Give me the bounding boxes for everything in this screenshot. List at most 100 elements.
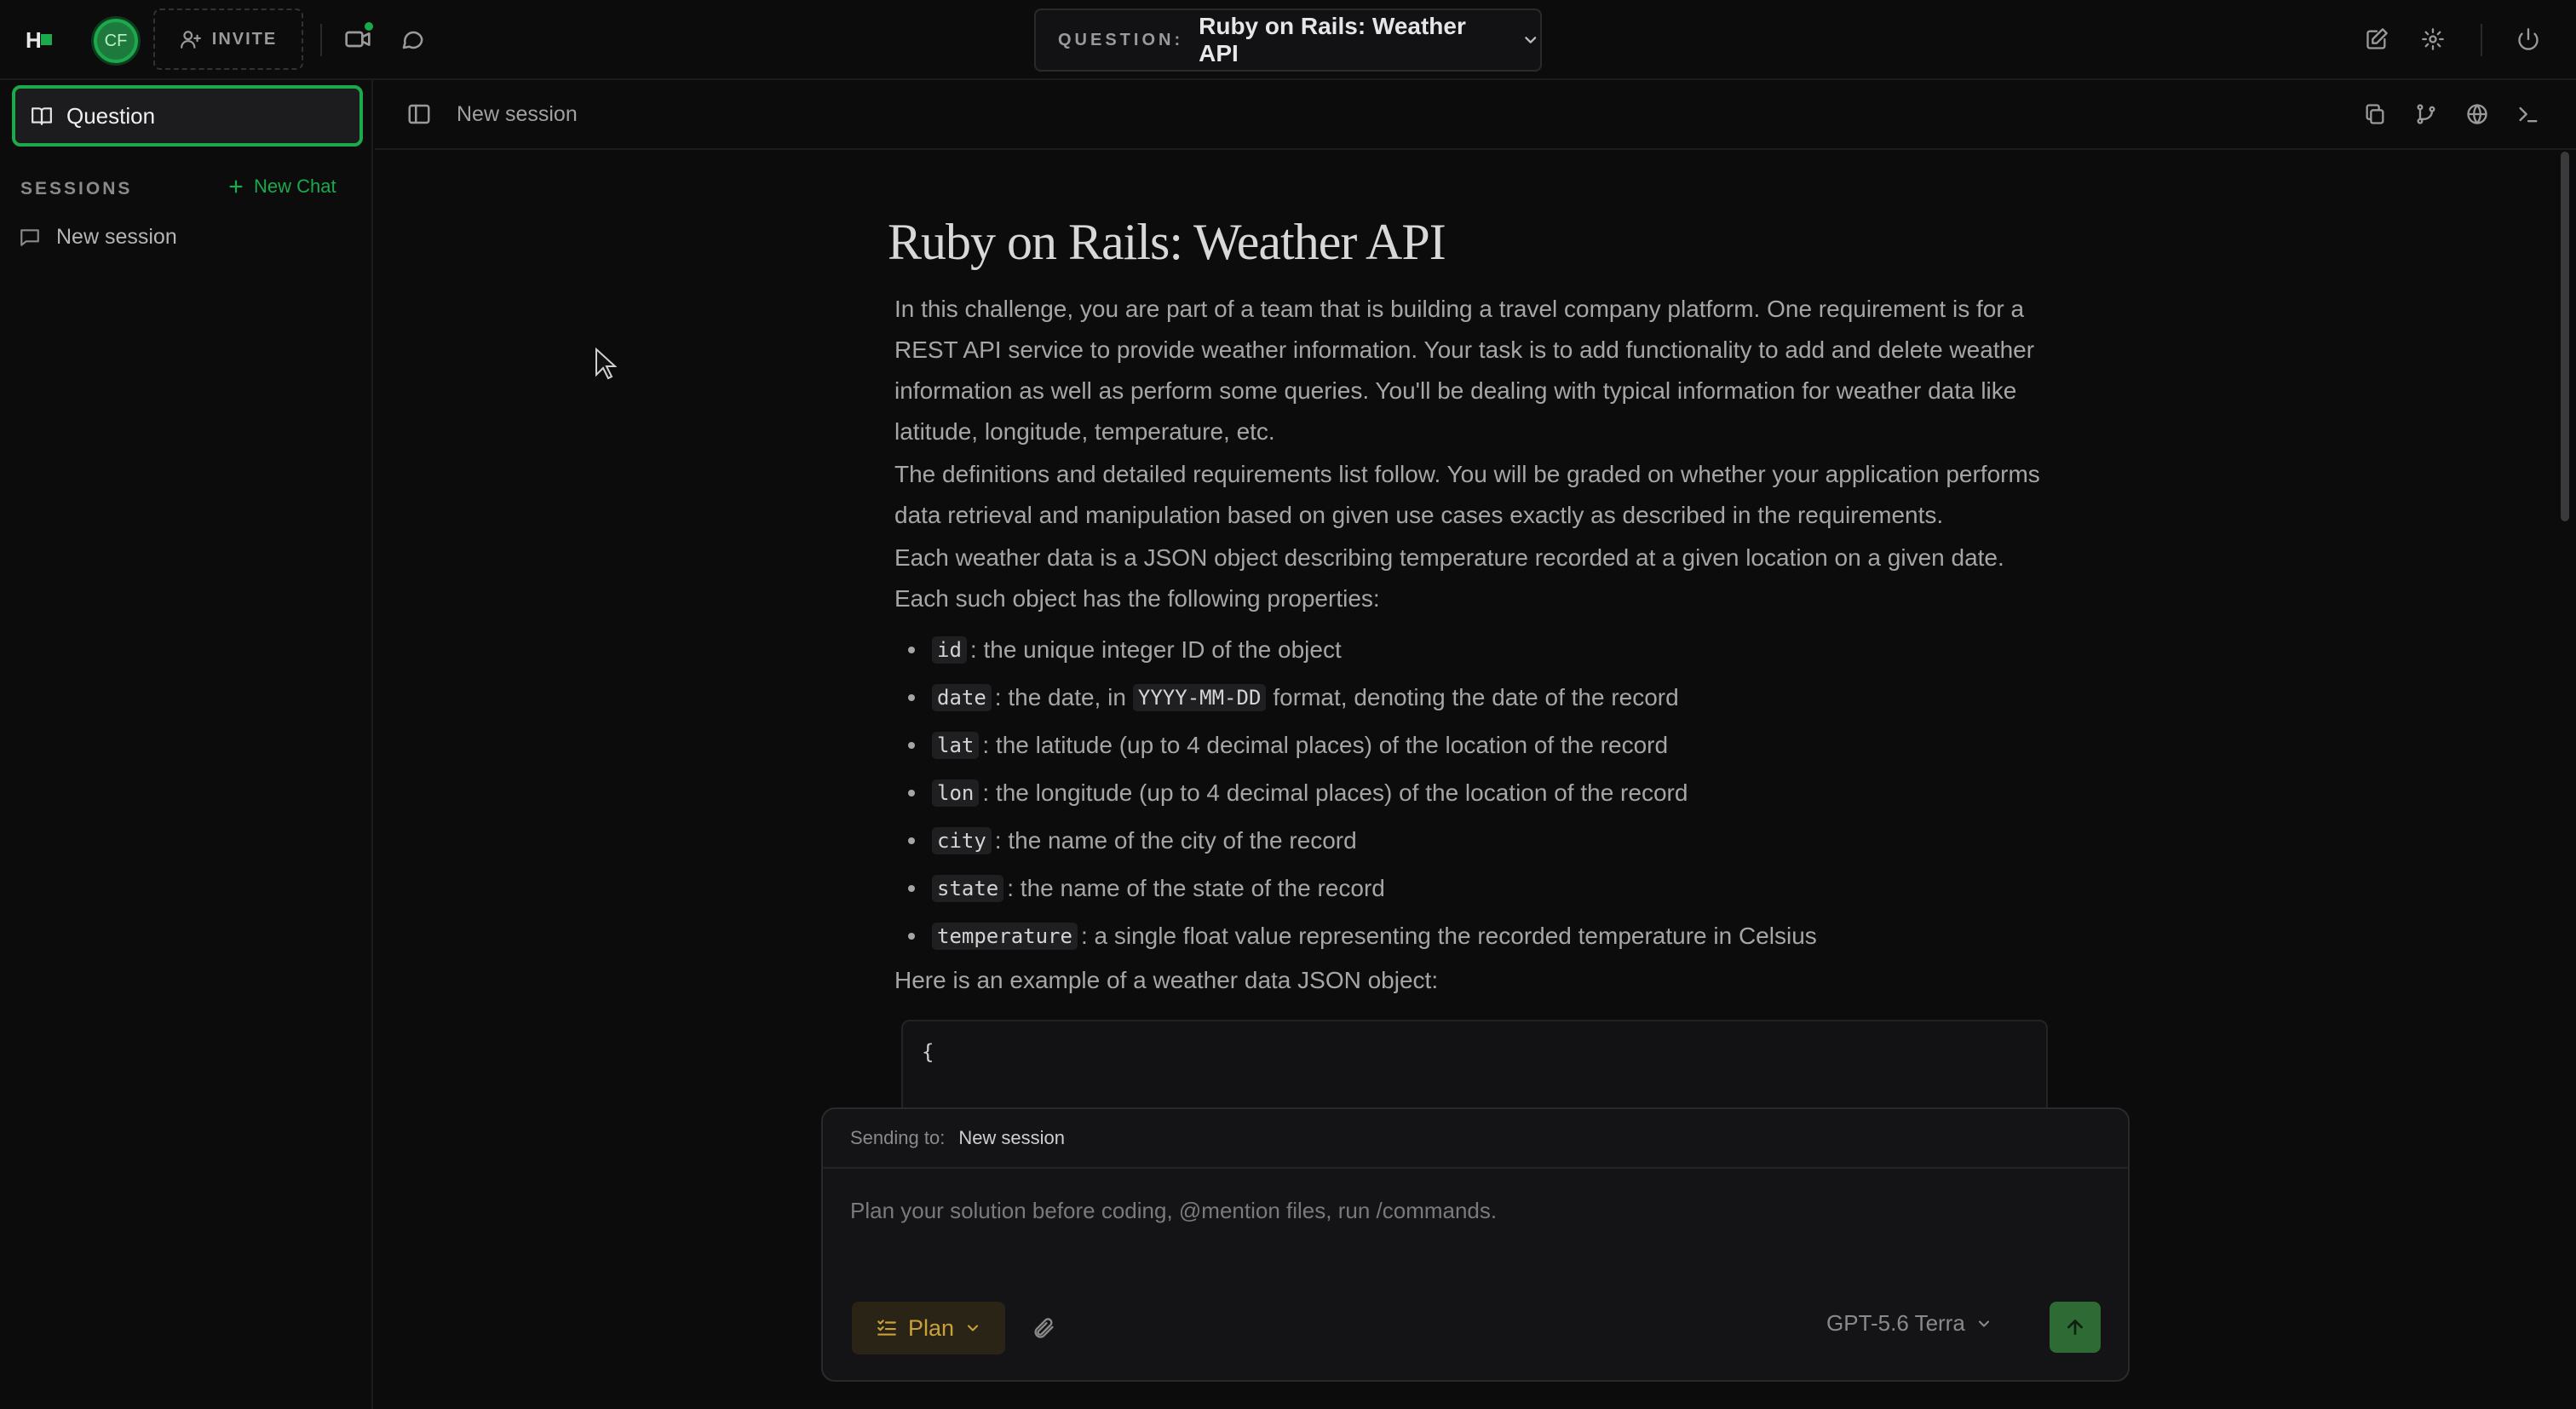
scrollbar-thumb[interactable] (2561, 152, 2569, 521)
mode-label: Plan (907, 1314, 955, 1341)
list-check-icon (877, 1320, 896, 1336)
property-desc: : the latitude (up to 4 decimal places) … (982, 732, 1669, 758)
model-label: GPT-5.6 Terra (1826, 1310, 1965, 1336)
question-title: Ruby on Rails: Weather API (1199, 13, 1466, 66)
list-item: state: the name of the state of the reco… (908, 865, 2053, 912)
arrow-up-icon (2067, 1320, 2083, 1335)
property-desc: : a single float value representing the … (1080, 923, 1817, 949)
browser-button[interactable] (2458, 95, 2496, 133)
property-name: lat (932, 732, 980, 759)
top-bar: H CF INVITE QUESTION: Ruby on Rails: Wea… (0, 0, 2576, 80)
logo-letter: H (26, 27, 42, 53)
settings-button[interactable] (2414, 20, 2452, 58)
plus-icon (229, 180, 243, 193)
attach-button[interactable] (1024, 1308, 1063, 1348)
code-line: { (922, 1040, 934, 1064)
power-icon (2518, 28, 2539, 50)
property-desc-after: format, denoting the date of the record (1273, 684, 1679, 710)
chat-composer: Sending to: New session Plan GPT-5.6 Ter… (821, 1107, 2130, 1382)
git-branch-icon (2417, 104, 2435, 124)
sessions-header: SESSIONS (20, 179, 133, 198)
property-name: city (932, 827, 992, 854)
invite-label: INVITE (211, 29, 278, 49)
session-title: New session (457, 102, 578, 126)
bullet (908, 790, 915, 797)
property-name: date (932, 684, 992, 711)
property-name: temperature (932, 923, 1078, 950)
property-name: lon (932, 779, 980, 807)
property-name: id (932, 636, 967, 664)
add-user-icon (180, 31, 201, 49)
invite-button[interactable]: INVITE (153, 9, 303, 70)
question-prefix: QUESTION: (1058, 30, 1184, 49)
property-list: id: the unique integer ID of the object … (908, 626, 2053, 960)
model-selector[interactable]: GPT-5.6 Terra (1826, 1310, 1992, 1337)
terminal-icon (2519, 106, 2538, 123)
chevron-down-icon (1525, 37, 1537, 43)
list-item: lon: the longitude (up to 4 decimal plac… (908, 769, 2053, 817)
terminal-button[interactable] (2510, 95, 2547, 133)
logo-square (41, 34, 52, 45)
edit-note-icon (2366, 28, 2388, 49)
toggle-sidebar-button[interactable] (400, 95, 438, 133)
send-button[interactable] (2050, 1302, 2101, 1353)
divider (320, 24, 322, 56)
app-logo[interactable]: H (26, 27, 55, 53)
mode-select-button[interactable]: Plan (852, 1302, 1005, 1354)
bullet (908, 742, 915, 749)
new-chat-label: New Chat (254, 175, 336, 197)
list-item: id: the unique integer ID of the object (908, 626, 2053, 674)
branch-button[interactable] (2407, 95, 2445, 133)
sending-to-target: New session (958, 1127, 1066, 1148)
chevron-down-icon (967, 1325, 979, 1331)
bullet (908, 837, 915, 844)
tab-question-label: Question (66, 102, 156, 129)
example-label: Here is an example of a weather data JSO… (894, 967, 1439, 993)
globe-icon (2467, 104, 2487, 124)
property-name: state (932, 875, 1004, 902)
list-item: date: the date, in YYYY-MM-DD format, deno… (908, 674, 2053, 722)
sending-to-row: Sending to: New session (823, 1109, 2128, 1169)
property-desc: : the unique integer ID of the object (969, 636, 1342, 663)
session-label: New session (56, 225, 177, 249)
bullet (908, 933, 915, 940)
property-desc: : the date, in (994, 684, 1126, 710)
copy-button[interactable] (2356, 95, 2394, 133)
notes-button[interactable] (2358, 20, 2395, 58)
list-item: lat: the latitude (up to 4 decimal place… (908, 722, 2053, 769)
property-desc: : the name of the city of the record (994, 827, 1357, 854)
property-desc: : the longitude (up to 4 decimal places)… (982, 779, 1688, 806)
chat-button[interactable] (394, 20, 431, 58)
end-session-button[interactable] (2510, 20, 2547, 58)
tab-question[interactable]: Question (12, 85, 363, 147)
message-icon (20, 228, 39, 246)
inline-code: YYYY-MM-DD (1132, 684, 1267, 711)
question-selector[interactable]: QUESTION: Ruby on Rails: Weather API (1034, 9, 1542, 72)
sidebar: Question SESSIONS New Chat New session (0, 80, 373, 1409)
sidebar-toggle-icon (408, 104, 430, 124)
copy-icon (2366, 104, 2384, 124)
list-item: city: the name of the city of the record (908, 817, 2053, 865)
chat-bubble-icon (402, 31, 423, 49)
divider (2481, 24, 2482, 56)
sidebar-item-new-session[interactable]: New session (19, 225, 177, 250)
sending-to-label: Sending to: (850, 1127, 946, 1148)
code-block: { (901, 1020, 2048, 1111)
message-input[interactable] (850, 1198, 2094, 1266)
chevron-down-icon (1978, 1320, 1989, 1327)
session-bar: New session (375, 80, 2576, 150)
requirements-paragraph: The definitions and detailed requirement… (894, 461, 2040, 528)
property-desc: : the name of the state of the record (1007, 875, 1385, 901)
definition-paragraph: Each weather data is a JSON object descr… (894, 544, 2004, 612)
intro-paragraph: In this challenge, you are part of a tea… (894, 296, 2035, 445)
mouse-cursor-icon (595, 348, 617, 380)
gear-icon (2422, 28, 2444, 50)
bullet (908, 885, 915, 892)
avatar[interactable]: CF (94, 19, 138, 63)
bullet (908, 647, 915, 653)
paperclip-icon (1034, 1318, 1054, 1338)
new-chat-button[interactable]: New Chat (227, 175, 336, 198)
live-indicator (365, 22, 373, 31)
bullet (908, 694, 915, 701)
list-item: temperature: a single float value repres… (908, 912, 2053, 960)
